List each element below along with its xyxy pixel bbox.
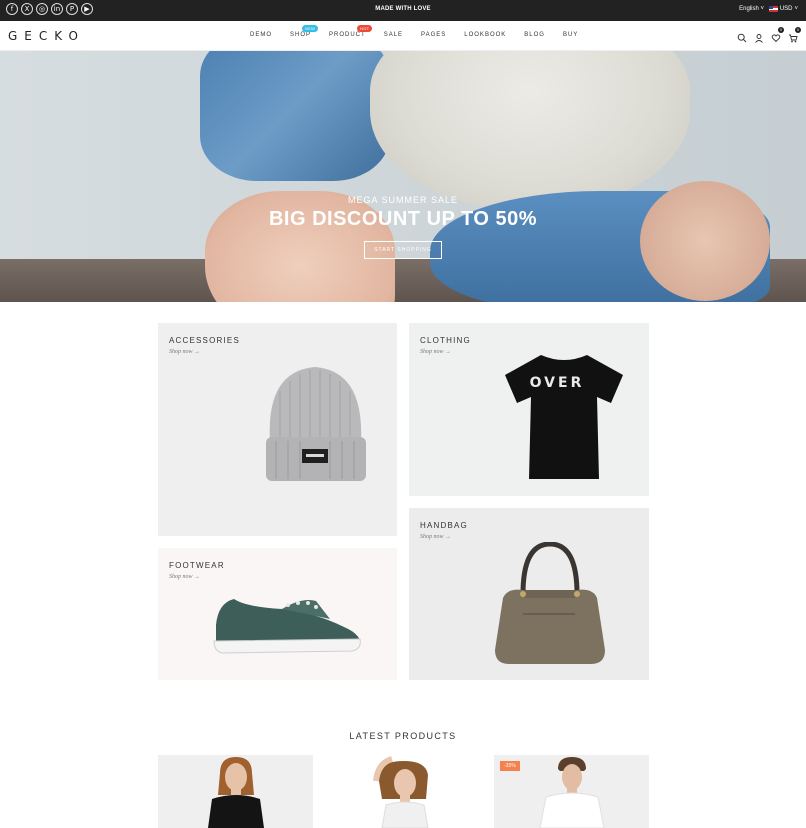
nav-demo[interactable]: DEMO	[250, 32, 272, 38]
new-badge: NEW	[302, 25, 319, 32]
nav-blog-label: BLOG	[524, 32, 545, 38]
product-image	[326, 755, 481, 828]
tshirt-image: OVER	[505, 355, 623, 479]
main-header: GECKO DEMO SHOP NEW PRODUCT HOT SALE PAGES…	[0, 21, 806, 51]
nav-lookbook[interactable]: LOOKBOOK	[464, 32, 506, 38]
currency-label: USD	[779, 6, 793, 12]
hero-jeans-upper	[200, 51, 390, 181]
cart-count: 0	[795, 27, 801, 33]
main-nav: DEMO SHOP NEW PRODUCT HOT SALE PAGES LOOKB…	[250, 25, 596, 38]
hero-subtitle: MEGA SUMMER SALE	[347, 195, 459, 205]
svg-text:OVER: OVER	[530, 375, 585, 391]
promo-message: MADE WITH LOVE	[375, 6, 431, 12]
cart-icon[interactable]: 0	[788, 27, 801, 43]
wishlist-icon[interactable]: 0	[771, 27, 784, 43]
product-card[interactable]: -35%	[494, 755, 649, 828]
category-title: HANDBAG	[420, 521, 468, 530]
category-title: CLOTHING	[420, 336, 471, 345]
hero-title: BIG DISCOUNT UP TO 50%	[268, 208, 538, 230]
search-icon[interactable]	[737, 30, 747, 43]
start-shopping-button[interactable]: START SHOPPING	[364, 241, 442, 259]
handbag-image	[495, 542, 605, 664]
sneaker-image	[213, 599, 361, 654]
product-card[interactable]	[158, 755, 313, 828]
shop-now-link[interactable]: Shop now →	[169, 574, 200, 580]
nav-lookbook-label: LOOKBOOK	[464, 32, 507, 38]
shop-now-link[interactable]: Shop now →	[169, 349, 200, 355]
nav-buy-label: BUY	[562, 32, 579, 38]
category-title: ACCESSORIES	[169, 336, 240, 345]
language-selector[interactable]: English ˅	[739, 6, 764, 12]
product-image	[158, 755, 313, 828]
us-flag-icon	[768, 6, 778, 12]
nav-product-label: PRODUCT	[329, 32, 366, 38]
latest-products-heading: LATEST PRODUCTS	[349, 731, 457, 741]
wishlist-count: 0	[778, 27, 784, 33]
nav-sale[interactable]: SALE	[384, 32, 403, 38]
category-footwear[interactable]: FOOTWEAR Shop now →	[158, 548, 397, 680]
product-card[interactable]	[326, 755, 481, 828]
top-bar: f X ◎ in P ▶ MADE WITH LOVE English ˅ US…	[0, 0, 806, 21]
nav-pages[interactable]: PAGES	[421, 32, 446, 38]
shop-now-link[interactable]: Shop now →	[420, 534, 451, 540]
site-logo[interactable]: GECKO	[8, 29, 85, 43]
nav-blog[interactable]: BLOG	[524, 32, 545, 38]
language-label: English	[739, 6, 759, 12]
nav-pages-label: PAGES	[421, 32, 447, 38]
beanie-image	[266, 367, 366, 481]
hero-slider[interactable]: MEGA SUMMER SALE BIG DISCOUNT UP TO 50% …	[0, 51, 806, 302]
nav-product[interactable]: PRODUCT HOT	[329, 25, 373, 38]
nav-demo-label: DEMO	[250, 32, 272, 38]
nav-shop-label: SHOP	[290, 32, 312, 38]
category-accessories[interactable]: ACCESSORIES Shop now →	[158, 323, 397, 536]
user-icon[interactable]	[754, 30, 764, 43]
category-clothing[interactable]: CLOTHING Shop now → OVER	[409, 323, 649, 496]
shop-now-link[interactable]: Shop now →	[420, 349, 451, 355]
nav-buy[interactable]: BUY	[563, 32, 578, 38]
category-handbag[interactable]: HANDBAG Shop now →	[409, 508, 649, 680]
sale-badge: -35%	[500, 761, 520, 771]
header-icons: 0 0	[737, 27, 801, 43]
nav-sale-label: SALE	[383, 32, 404, 38]
hot-badge: HOT	[357, 25, 373, 32]
currency-selector[interactable]: USD ˅	[768, 6, 798, 12]
nav-shop[interactable]: SHOP NEW	[290, 25, 319, 38]
category-title: FOOTWEAR	[169, 561, 225, 570]
